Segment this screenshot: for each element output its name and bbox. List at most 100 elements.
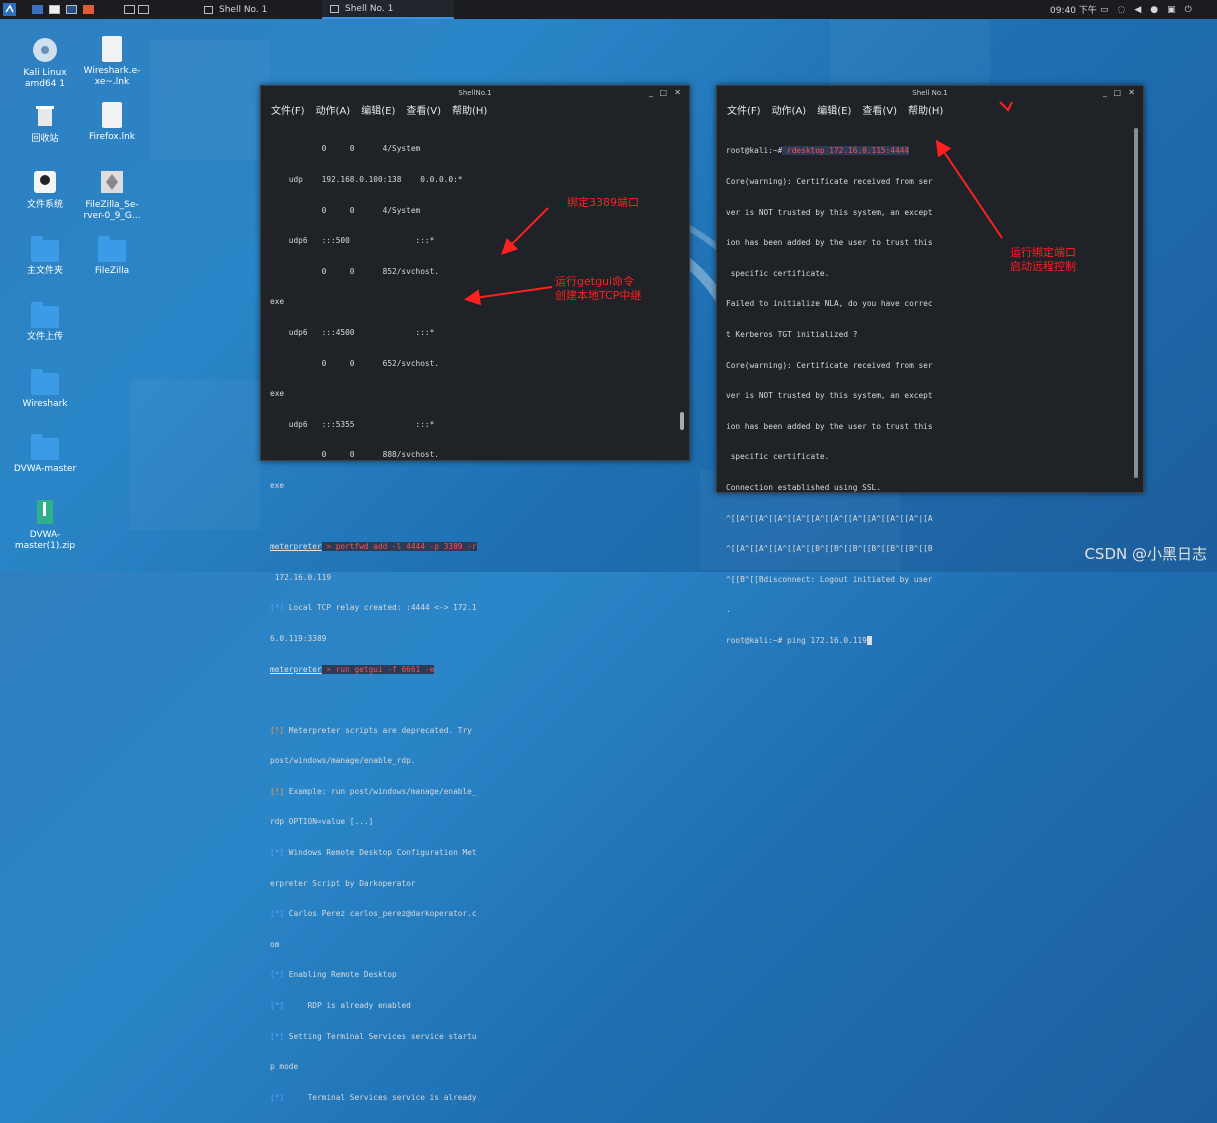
menu-file[interactable]: 文件(F) xyxy=(727,102,761,117)
minimize-button[interactable]: _ xyxy=(1103,86,1107,100)
terminal-line: udp6 :::4500 :::* xyxy=(270,327,435,337)
output-text: Terminal Services service is already xyxy=(284,1092,477,1102)
output-text: RDP is already enabled xyxy=(284,1001,411,1011)
desktop-icon-upload[interactable]: 文件上传 xyxy=(11,302,79,343)
terminal-line: specific certificate. xyxy=(726,452,830,462)
output-text: Meterpreter scripts are deprecated. Try xyxy=(284,725,472,735)
desktop-icon-wireshark-lnk[interactable]: Wireshark.e-xe~.lnk xyxy=(78,36,146,88)
menu-help[interactable]: 帮助(H) xyxy=(452,102,487,117)
icon-label: Firefox.lnk xyxy=(88,132,136,142)
terminal-line: ^[[A^[[A^[[A^[[A^[[B^[[B^[[B^[[B^[[B^[[B… xyxy=(726,544,933,554)
desktop-icon-filezilla[interactable]: FileZilla xyxy=(78,236,146,277)
window-title: Shell No.1 xyxy=(912,89,948,97)
terminal-line-cmd1: meterpreter > portfwd add -l 4444 -p 338… xyxy=(270,542,477,552)
terminal-icon[interactable] xyxy=(66,5,77,14)
window-titlebar[interactable]: ShellNo.1 _ □ ✕ xyxy=(261,86,689,100)
power-icon[interactable]: ⏻ xyxy=(1185,5,1192,15)
taskbar-item-shell-1[interactable]: Shell No. 1 xyxy=(196,0,321,19)
workspace-1-icon[interactable] xyxy=(124,5,135,14)
menu-help[interactable]: 帮助(H) xyxy=(908,102,943,117)
desktop-icon-kali-linux[interactable]: Kali Linux amd64 1 xyxy=(11,36,79,90)
zip-icon xyxy=(37,500,53,524)
file-manager-icon[interactable] xyxy=(49,5,60,14)
taskbar-label: Shell No. 1 xyxy=(219,4,268,15)
menu-action[interactable]: 动作(A) xyxy=(316,102,351,117)
menu-edit[interactable]: 编辑(E) xyxy=(817,102,851,117)
close-button[interactable]: ✕ xyxy=(1128,86,1135,100)
maximize-button[interactable]: □ xyxy=(1113,86,1121,100)
desktop-icon-firefox-lnk[interactable]: Firefox.lnk xyxy=(78,102,146,143)
terminal-line: exe xyxy=(270,389,285,399)
output-text: Carlos Perez carlos_perez@darkoperator.c xyxy=(284,909,477,919)
clock[interactable]: 09:40 下午 xyxy=(1050,3,1097,16)
browser-icon[interactable] xyxy=(83,5,94,14)
desktop-icon-wireshark[interactable]: Wireshark xyxy=(11,369,79,410)
taskbar-item-shell-2[interactable]: Shell No. 1 xyxy=(322,0,454,19)
menu-view[interactable]: 查看(V) xyxy=(406,102,441,117)
terminal-line: erpreter Script by Darkoperator xyxy=(270,879,477,889)
csdn-watermark: CSDN @小黑日志 xyxy=(1084,545,1207,563)
icon-label: FileZilla_Se-rver-0_9_G... xyxy=(83,200,141,221)
lock-icon[interactable]: ▣ xyxy=(1167,5,1176,15)
quick-launch xyxy=(32,3,94,16)
desktop-icon-dvwa-zip[interactable]: DVWA-master(1).zip xyxy=(11,498,79,552)
cursor: _ xyxy=(866,635,872,645)
terminal-line: t Kerberos TGT initialized ? xyxy=(726,329,858,339)
terminal-line: specific certificate. xyxy=(726,268,830,278)
desktop-icon-filesystem[interactable]: 文件系统 xyxy=(11,168,79,211)
icon-label: 文件系统 xyxy=(26,200,63,210)
terminal-output[interactable]: root@kali:~# rdesktop 172.16.0.115:4444 … xyxy=(726,126,933,667)
terminal-line: ion has been added by the user to trust … xyxy=(726,421,933,431)
show-desktop-icon[interactable] xyxy=(32,5,43,14)
terminal-line: 0 0 852/svchost. xyxy=(270,266,439,276)
terminal-line: ion has been added by the user to trust … xyxy=(726,238,933,248)
icon-label: 文件上传 xyxy=(26,332,63,342)
menu-action[interactable]: 动作(A) xyxy=(772,102,807,117)
terminal-line: udp 192.168.0.100:138 0.0.0.0:* xyxy=(270,175,463,184)
menu-view[interactable]: 查看(V) xyxy=(862,102,897,117)
desktop-icon-filezilla-installer[interactable]: FileZilla_Se-rver-0_9_G... xyxy=(78,168,146,222)
terminal-line: 0 0 888/svchost. xyxy=(270,450,439,460)
drive-icon xyxy=(34,171,56,193)
desktop-icon-home[interactable]: 主文件夹 xyxy=(11,236,79,277)
scrollbar-thumb[interactable] xyxy=(1134,128,1138,478)
workspace-2-icon[interactable] xyxy=(138,5,149,14)
output-text: Windows Remote Desktop Configuration Met xyxy=(284,848,477,858)
terminal-window-right[interactable]: Shell No.1 _ □ ✕ 文件(F) 动作(A) 编辑(E) 查看(V)… xyxy=(716,85,1144,645)
meterpreter-prompt: meterpreter xyxy=(270,542,322,552)
status-marker: [*] xyxy=(270,970,285,980)
terminal-line: rdp OPTION=value [...] xyxy=(270,817,477,827)
display-icon[interactable]: ▭ xyxy=(1100,5,1109,15)
relay-text: Local TCP relay created: :4444 <-> 172.1 xyxy=(284,603,477,613)
terminal-line: Core(warning): Certificate received from… xyxy=(726,177,933,186)
kali-menu-icon[interactable] xyxy=(3,3,16,16)
terminal-line: [*] Carlos Perez carlos_perez@darkoperat… xyxy=(270,909,477,919)
maximize-button[interactable]: □ xyxy=(659,86,667,100)
installer-icon xyxy=(101,171,123,193)
background-tile xyxy=(130,380,260,530)
desktop-icon-dvwa[interactable]: DVWA-master xyxy=(11,434,79,475)
scrollbar-thumb[interactable] xyxy=(680,412,684,430)
terminal-line: [*] Setting Terminal Services service st… xyxy=(270,1032,477,1042)
desktop-icon-trash[interactable]: 回收站 xyxy=(11,102,79,145)
workspace-switcher[interactable] xyxy=(124,3,149,16)
terminal-line: ^[[B^[[Bdisconnect: Logout initiated by … xyxy=(726,574,933,584)
notification-icon[interactable]: ◌ xyxy=(1118,5,1126,15)
menu-file[interactable]: 文件(F) xyxy=(271,102,305,117)
terminal-line: [*] Terminal Services service is already xyxy=(270,1093,477,1103)
terminal-line: [!] Example: run post/windows/manage/ena… xyxy=(270,787,477,797)
bell-icon[interactable]: ● xyxy=(1150,5,1158,15)
close-button[interactable]: ✕ xyxy=(674,86,681,100)
volume-icon[interactable]: ◀ xyxy=(1134,5,1141,15)
menu-edit[interactable]: 编辑(E) xyxy=(361,102,395,117)
terminal-line: Failed to initialize NLA, do you have co… xyxy=(726,299,933,309)
window-titlebar[interactable]: Shell No.1 _ □ ✕ xyxy=(717,86,1143,100)
output-text: Enabling Remote Desktop xyxy=(284,970,397,980)
background-tile xyxy=(150,40,270,160)
terminal-output[interactable]: 0 0 4/System udp 192.168.0.100:138 0.0.0… xyxy=(270,124,477,1123)
annotation-bind-port: 绑定3389端口 xyxy=(567,196,639,209)
minimize-button[interactable]: _ xyxy=(649,86,653,100)
terminal-line: exe xyxy=(270,480,285,490)
terminal-window-left[interactable]: ShellNo.1 _ □ ✕ 文件(F) 动作(A) 编辑(E) 查看(V) … xyxy=(260,85,690,1102)
